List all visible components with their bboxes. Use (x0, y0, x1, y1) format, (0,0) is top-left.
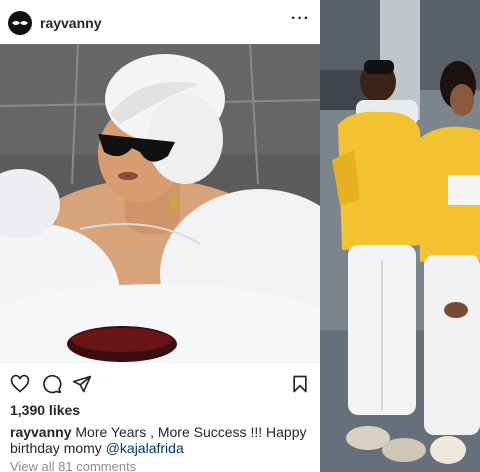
post-caption: rayvanny More Years , More Success !!! H… (10, 424, 310, 456)
caption-username[interactable]: rayvanny (10, 424, 71, 440)
post-image (0, 44, 320, 364)
more-horizontal-icon[interactable]: ··· (291, 11, 310, 27)
heart-outline-icon[interactable] (10, 374, 30, 394)
instagram-post: rayvanny ··· 1,390 likes rayvanny More Y… (0, 0, 320, 472)
view-comments-link[interactable]: View all 81 comments (10, 459, 136, 472)
bookmark-outline-icon[interactable] (290, 374, 310, 394)
post-header: rayvanny ··· (0, 0, 320, 44)
couple-photo-image (320, 0, 480, 472)
post-actions (0, 368, 320, 398)
comment-bubble-icon[interactable] (42, 374, 62, 394)
caption-mention[interactable]: @kajalafrida (106, 440, 184, 456)
like-count[interactable]: 1,390 likes (10, 402, 80, 418)
paper-plane-icon[interactable] (72, 374, 92, 394)
avatar[interactable] (8, 11, 32, 35)
bath-photo (0, 44, 320, 364)
couple-photo (320, 0, 480, 472)
post-username[interactable]: rayvanny (40, 15, 101, 31)
logo-icon (12, 21, 28, 25)
